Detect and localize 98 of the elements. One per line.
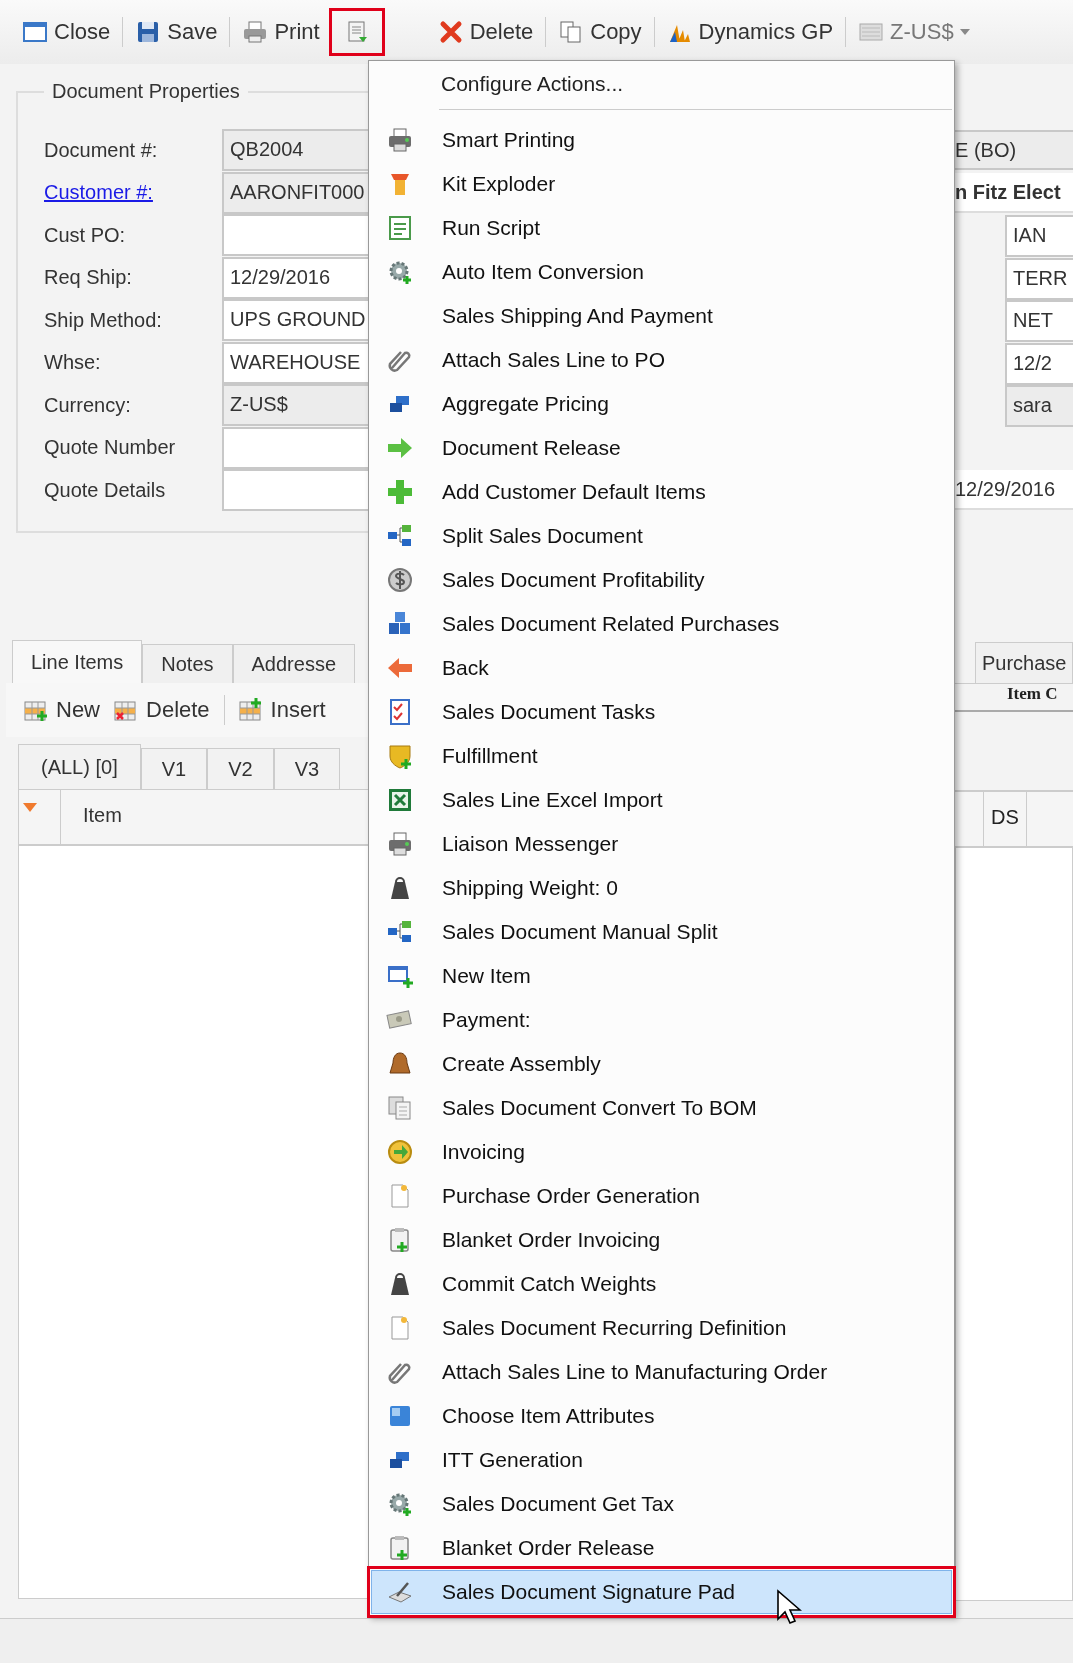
grid-delete-icon [114, 698, 138, 722]
toolbar-button[interactable]: Print [236, 9, 326, 55]
menu-item[interactable]: Back [371, 646, 952, 690]
tab[interactable]: Addresse [232, 644, 355, 683]
plus-icon [386, 478, 414, 506]
window-icon [22, 19, 48, 45]
toolbar-button[interactable]: New [22, 695, 102, 725]
menu-item[interactable]: Document Release [371, 426, 952, 470]
field-label: Cust PO: [44, 223, 127, 247]
input-field[interactable]: QB2004 [222, 129, 370, 171]
toolbar-button[interactable]: Delete [112, 695, 212, 725]
menu-item[interactable]: Auto Item Conversion [371, 250, 952, 294]
input-field[interactable]: IAN [1005, 215, 1073, 257]
menu-item[interactable]: Create Assembly [371, 1042, 952, 1086]
view-tab[interactable]: V3 [273, 748, 341, 789]
menu-item[interactable]: Commit Catch Weights [371, 1262, 952, 1306]
field-label: Quote Number [44, 436, 177, 459]
menu-item[interactable]: Invoicing [371, 1130, 952, 1174]
menu-item[interactable]: Kit Exploder [371, 162, 952, 206]
view-tab[interactable]: (ALL) [0] [18, 744, 141, 789]
input-field[interactable]: Z-US$ [222, 384, 370, 426]
printer-icon [386, 126, 414, 154]
input-field[interactable]: 12/29/2016 [222, 256, 370, 299]
tab[interactable]: Line Items [12, 640, 143, 683]
input-field[interactable]: UPS GROUND [222, 299, 370, 341]
menu-item[interactable]: Sales Document Related Purchases [371, 602, 952, 646]
script-icon [386, 214, 414, 242]
toolbar-button[interactable]: Dynamics GP [660, 9, 840, 55]
field-label: Document #: [44, 138, 159, 162]
menu-item[interactable]: Sales Document Tasks [371, 690, 952, 734]
menu-item[interactable]: Sales Shipping And Payment [371, 294, 952, 338]
input-field[interactable] [222, 214, 370, 256]
field-label: Quote Details [44, 478, 167, 502]
menu-item[interactable]: Run Script [371, 206, 952, 250]
view-tab[interactable]: V2 [207, 748, 274, 789]
field-label: Req Ship: [44, 266, 133, 289]
menu-item[interactable]: New Item [371, 954, 952, 998]
field-label: Currency: [44, 393, 132, 417]
input-field[interactable]: TERR [1005, 257, 1073, 300]
shield-icon [386, 742, 414, 770]
menu-item[interactable]: Configure Actions... [371, 63, 952, 105]
menu-item[interactable]: Choose Item Attributes [371, 1394, 952, 1438]
input-field[interactable]: NET [1005, 300, 1073, 342]
input-field[interactable]: sara [1005, 385, 1073, 427]
menu-item[interactable]: Liaison Messenger [371, 822, 952, 866]
currency-dropdown[interactable]: Z-US$ [852, 9, 976, 55]
menu-item[interactable]: Attach Sales Line to Manufacturing Order [371, 1350, 952, 1394]
menu-item[interactable]: Split Sales Document [371, 514, 952, 558]
view-tab[interactable]: V1 [140, 748, 208, 789]
dollar-icon [386, 566, 414, 594]
input-field[interactable] [222, 469, 370, 511]
menu-item[interactable]: Sales Document Convert To BOM [371, 1086, 952, 1130]
menu-item[interactable]: Blanket Order Release [371, 1526, 952, 1570]
toolbar-button[interactable]: Save [129, 9, 224, 55]
toolbar-button[interactable]: Close [16, 9, 117, 55]
input-field[interactable] [222, 426, 370, 469]
menu-item[interactable]: Fulfillment [371, 734, 952, 778]
toolbar-button[interactable]: Insert [236, 695, 328, 725]
toolbar-button[interactable]: Delete [431, 9, 540, 55]
field-label: Whse: [44, 351, 102, 374]
column-group-header: Item C [1007, 683, 1058, 703]
menu-item[interactable]: Add Customer Default Items [371, 470, 952, 514]
column-header[interactable]: Item [61, 790, 122, 844]
spreadsheet-icon [386, 786, 414, 814]
pages-icon [386, 1094, 414, 1122]
menu-item[interactable]: Sales Document Manual Split [371, 910, 952, 954]
menu-item[interactable]: Smart Printing [371, 118, 952, 162]
sort-icon [23, 803, 37, 812]
menu-item[interactable]: Payment: [371, 998, 952, 1042]
status-field: E (BO) [955, 130, 1073, 170]
menu-item[interactable]: Sales Document Get Tax [371, 1482, 952, 1526]
grid-insert-icon [238, 698, 263, 722]
printer-icon [386, 830, 414, 858]
toolbar-button[interactable]: Copy [552, 9, 648, 55]
date-field: 12/29/2016 [955, 470, 1073, 510]
menu-item[interactable]: Attach Sales Line to PO [371, 338, 952, 382]
menu-item[interactable]: Aggregate Pricing [371, 382, 952, 426]
printer-icon [242, 19, 269, 45]
tab[interactable]: Purchase [975, 641, 1073, 683]
menu-item[interactable]: Blanket Order Invoicing [371, 1218, 952, 1262]
customer-link[interactable]: Customer #: [44, 181, 222, 204]
column-header[interactable]: DS [984, 791, 1027, 846]
input-field[interactable]: WAREHOUSE [222, 341, 370, 384]
customer-name: n Fitz Elect [955, 172, 1073, 213]
input-field[interactable]: 12/2 [1005, 342, 1073, 385]
input-field[interactable]: AARONFIT000 [222, 171, 370, 214]
field-label: Ship Method: [44, 308, 163, 332]
menu-item[interactable]: Shipping Weight: 0 [371, 866, 952, 910]
actions-button[interactable] [329, 9, 384, 55]
grid-plus-icon [24, 698, 48, 722]
menu-item[interactable]: Sales Document Profitability [371, 558, 952, 602]
menu-item[interactable]: Sales Line Excel Import [371, 778, 952, 822]
menu-item[interactable]: ITT Generation [371, 1438, 952, 1482]
caret-icon [959, 29, 970, 35]
group-title: Document Properties [51, 80, 241, 103]
menu-item[interactable]: Purchase Order Generation [371, 1174, 952, 1218]
tab[interactable]: Notes [142, 644, 233, 683]
menu-item[interactable]: Sales Document Recurring Definition [371, 1306, 952, 1350]
